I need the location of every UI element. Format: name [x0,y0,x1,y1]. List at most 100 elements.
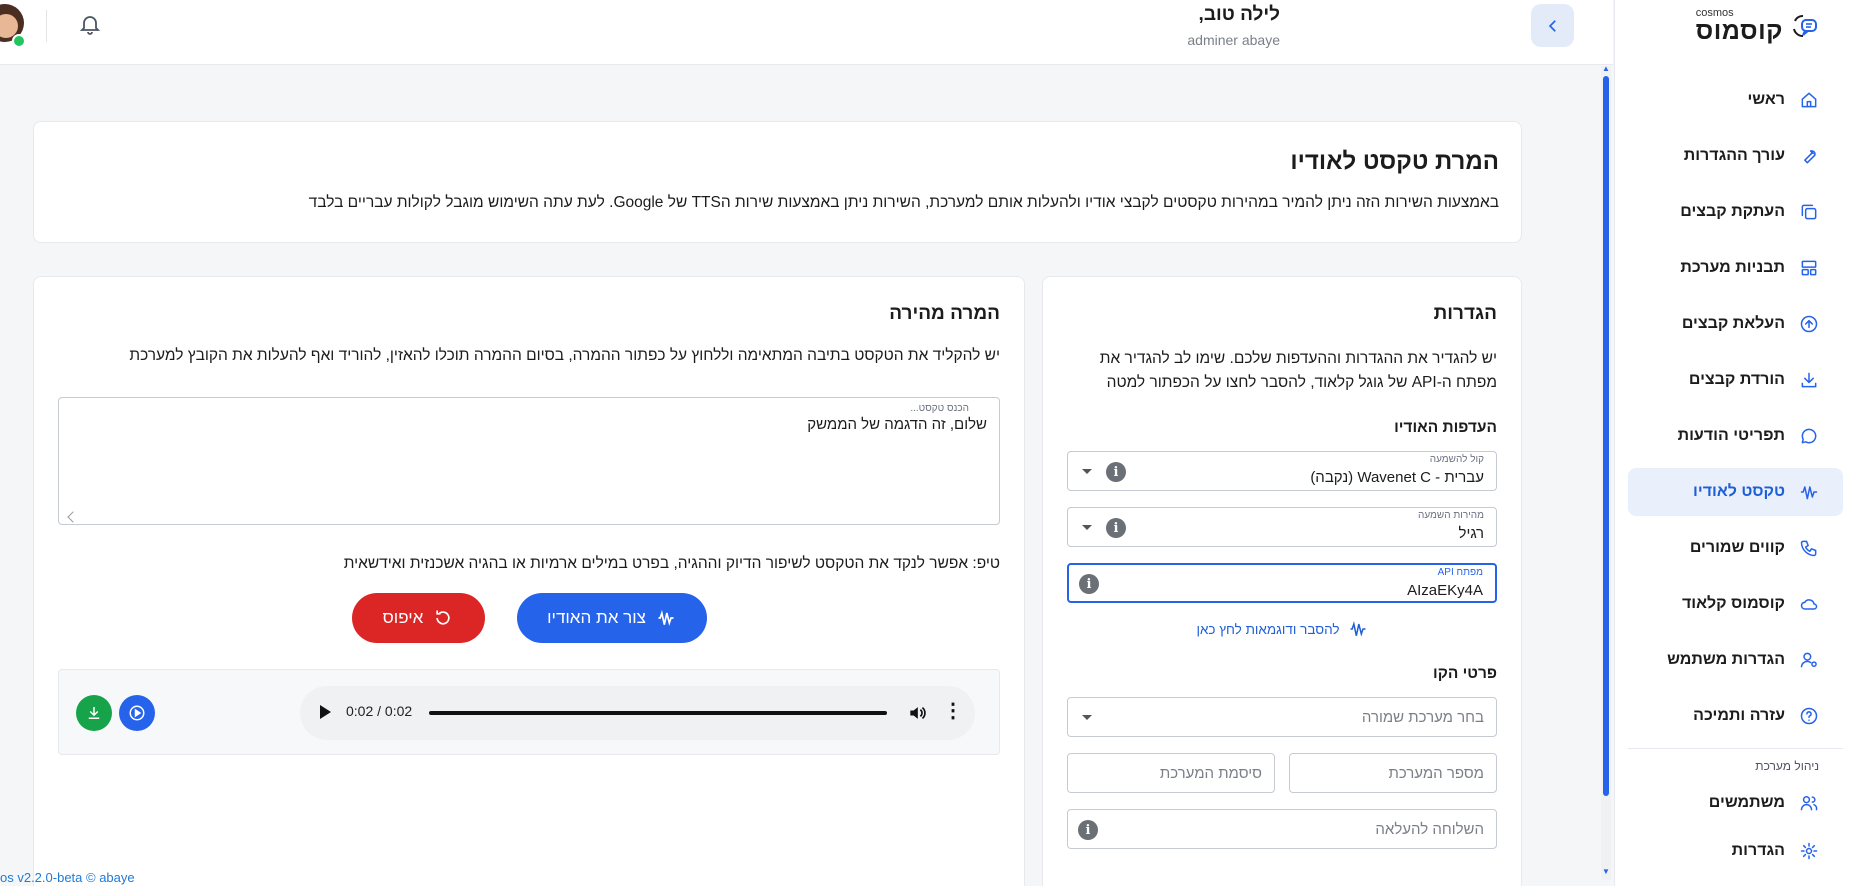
sidebar-item-saved-lines[interactable]: קווים שמורים [1628,524,1843,572]
sidebar-item-label: טקסט לאודיו [1693,483,1785,500]
tip-text: טיפ: אפשר לנקד את הטקסט לשיפור הדיוק והה… [343,555,1000,572]
help-link-label: להסבר ודוגמאות לחץ כאן [1196,621,1340,637]
play-icon[interactable] [320,705,331,719]
speed-select-label: מהירות השמעה [1417,510,1484,521]
generate-audio-label: צור את האודיו [547,608,646,627]
text-input-label: הכנס טקסט... [910,403,969,414]
line-details-title: פרטי הקו [1433,665,1497,682]
system-number-input[interactable]: מספר המערכת [1289,753,1497,793]
saved-system-placeholder: בחר מערכת שמורה [1361,709,1484,726]
api-key-input[interactable]: מפתח API AIzaEKy4A i [1067,563,1497,603]
users-icon [1800,796,1818,811]
sidebar-item-download[interactable]: הורדת קבצים [1628,356,1843,404]
saved-system-select[interactable]: בחר מערכת שמורה [1067,697,1497,737]
sidebar-item-label: הגדרות [1731,842,1785,859]
home-icon [1801,92,1817,108]
phone-icon [1800,540,1817,557]
help-examples-link[interactable]: להסבר ודוגמאות לחץ כאן [1067,619,1497,639]
download-icon [1801,372,1817,388]
speed-info-icon[interactable]: i [1106,518,1126,538]
sidebar-item-label: עורך ההגדרות [1683,147,1785,164]
volume-icon[interactable] [907,703,927,723]
sidebar-toggle-button[interactable] [1531,4,1574,47]
speed-select[interactable]: מהירות השמעה רגיל i [1067,507,1497,547]
sidebar-item-settings-editor[interactable]: עורך ההגדרות [1628,132,1843,180]
sidebar-item-text-to-audio[interactable]: טקסט לאודיו [1628,468,1843,516]
audio-time: 0:02 / 0:02 [346,703,413,719]
chevron-down-icon [1082,469,1092,474]
notifications-bell-icon[interactable] [78,12,102,36]
upload-play-button[interactable] [119,695,155,731]
download-audio-button[interactable] [76,695,112,731]
api-key-info-icon[interactable]: i [1079,574,1099,594]
sidebar-item-users[interactable]: משתמשים [1628,779,1843,827]
message-icon [1801,428,1817,444]
text-input-value: שלום, זה הדגמה של הממשק [807,416,987,433]
greeting-username: adminer abaye [1187,32,1280,48]
sidebar-item-user-settings[interactable]: הגדרות משתמש [1628,636,1843,684]
layout-icon [1801,260,1817,276]
voice-select-label: קול להשמעה [1429,454,1484,465]
voice-info-icon[interactable]: i [1106,462,1126,482]
greeting-title: לילה טוב, [1198,4,1280,25]
brand-logo[interactable]: cosmos קוסמוס [1696,8,1819,44]
sidebar-item-label: ראשי [1747,91,1785,108]
system-password-input[interactable]: סיסמת המערכת [1067,753,1275,793]
sidebar-item-home[interactable]: ראשי [1628,76,1843,124]
page-description: באמצעות השירות הזה ניתן להמיר במהירות טק… [308,194,1499,211]
help-icon [1800,707,1818,725]
chevron-left-icon [1548,19,1556,32]
audio-progress-track[interactable] [429,711,887,715]
system-number-placeholder: מספר המערכת [1388,765,1484,782]
text-input-area[interactable]: הכנס טקסט... שלום, זה הדגמה של הממשק [58,397,1000,525]
reset-button[interactable]: איפוס [351,593,485,643]
voice-select[interactable]: קול להשמעה עברית - Wavenet C (נקבה) i [1067,451,1497,491]
sidebar-item-copy-files[interactable]: העתקת קבצים [1628,188,1843,236]
scroll-up-arrow-icon[interactable]: ▲ [1602,64,1610,73]
upload-extension-placeholder: השלוחה להעלאה [1375,821,1484,838]
sidebar-item-label: הגדרות משתמש [1667,651,1785,668]
chevron-down-icon [1082,525,1092,530]
sidebar-item-menus[interactable]: תפריטי הודעות [1628,412,1843,460]
cosmos-logo-icon [1793,15,1817,38]
quick-convert-description: יש להקליד את הטקסט בתיבה המתאימה וללחוץ … [129,347,1000,364]
audio-player-box: 0:02 / 0:02 ⋮ [58,669,1000,755]
sidebar-item-cloud[interactable]: קוסמוס קלאוד [1628,580,1843,628]
reset-icon [436,610,450,625]
sidebar-item-upload[interactable]: העלאת קבצים [1628,300,1843,348]
upload-extension-info-icon[interactable]: i [1078,820,1098,840]
sidebar-item-templates[interactable]: תבניות מערכת [1628,244,1843,292]
scroll-down-arrow-icon[interactable]: ▼ [1602,867,1610,876]
audio-prefs-title: העדפות האודיו [1394,419,1497,436]
resize-handle-icon[interactable] [67,511,79,523]
sidebar-item-label: תבניות מערכת [1680,259,1785,276]
sidebar-item-label: תפריטי הודעות [1677,427,1785,444]
sidebar-item-label: העלאת קבצים [1681,315,1785,332]
sidebar-item-label: העתקת קבצים [1680,203,1785,220]
upload-extension-input[interactable]: השלוחה להעלאה i [1067,809,1497,849]
sidebar-nav: ראשי עורך ההגדרות העתקת קבצים תבניות מער… [1628,76,1843,883]
settings-description: יש להגדיר את ההגדרות וההעדפות שלכם. שימו… [1099,350,1497,391]
more-options-icon[interactable]: ⋮ [943,701,963,721]
api-key-label: מפתח API [1437,567,1483,578]
sidebar-item-admin-settings[interactable]: הגדרות [1628,827,1843,875]
copy-icon [1801,204,1817,220]
upload-icon [1800,315,1818,333]
system-credentials-row: מספר המערכת סיסמת המערכת [1067,753,1497,809]
sidebar-item-label: הורדת קבצים [1688,371,1785,388]
sidebar-item-label: עזרה ותמיכה [1693,707,1785,724]
user-settings-icon [1800,652,1817,668]
settings-title: הגדרות [1433,303,1497,324]
generate-audio-button[interactable]: צור את האודיו [516,593,707,643]
intro-card: המרת טקסט לאודיו באמצעות השירות הזה ניתן… [33,121,1522,243]
sidebar-item-label: קוסמוס קלאוד [1681,595,1785,612]
speed-select-value: רגיל [1458,525,1484,542]
quick-convert-card: המרה מהירה יש להקליד את הטקסט בתיבה המתא… [33,276,1025,886]
scrollbar-thumb[interactable] [1603,76,1609,796]
sidebar-item-label: משתמשים [1708,794,1785,811]
sidebar: cosmos קוסמוס ראשי עורך ההגדרות העתקת קב… [1614,0,1851,886]
audio-element[interactable]: 0:02 / 0:02 ⋮ [300,686,975,740]
play-circle-icon [129,705,145,721]
wrench-icon [1804,150,1816,164]
sidebar-item-help[interactable]: עזרה ותמיכה [1628,692,1843,740]
